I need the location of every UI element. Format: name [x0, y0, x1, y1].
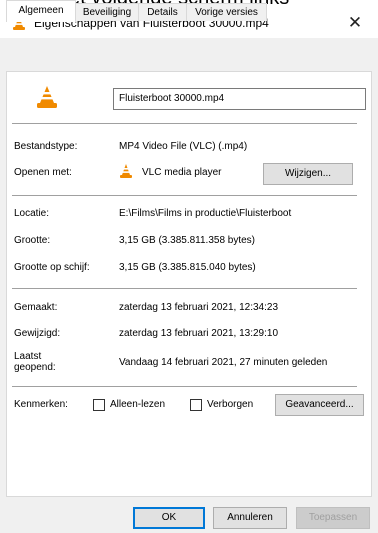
separator	[12, 288, 357, 289]
open-with-label: Openen met:	[14, 167, 72, 178]
last-opened-label-line1: Laatst	[14, 351, 42, 362]
separator	[12, 123, 357, 124]
readonly-checkbox[interactable]	[93, 399, 105, 411]
hidden-label[interactable]: Verborgen	[207, 399, 253, 410]
location-value: E:\Films\Films in productie\Fluisterboot	[119, 208, 292, 219]
ok-button[interactable]: OK	[133, 507, 205, 529]
tab-details[interactable]: Details	[138, 3, 187, 21]
advanced-button[interactable]: Geavanceerd...	[275, 394, 364, 416]
disk-size-label: Grootte op schijf:	[14, 262, 90, 273]
vlc-file-icon	[37, 86, 57, 108]
close-button[interactable]: ✕	[332, 8, 378, 38]
open-with-value: VLC media player	[142, 167, 222, 178]
hidden-checkbox[interactable]	[190, 399, 202, 411]
tab-beveiliging[interactable]: Beveiliging	[75, 3, 139, 21]
apply-button[interactable]: Toepassen	[296, 507, 370, 529]
created-value: zaterdag 13 februari 2021, 12:34:23	[119, 302, 279, 313]
last-opened-label: Laatst geopend:	[14, 351, 56, 373]
modified-value: zaterdag 13 februari 2021, 13:29:10	[119, 328, 279, 339]
general-panel	[6, 71, 372, 497]
type-value: MP4 Video File (VLC) (.mp4)	[119, 141, 248, 152]
location-label: Locatie:	[14, 208, 50, 219]
tab-algemeen[interactable]: Algemeen	[6, 0, 76, 22]
cancel-button[interactable]: Annuleren	[213, 507, 287, 529]
size-value: 3,15 GB (3.385.811.358 bytes)	[119, 235, 256, 246]
tab-vorige-versies[interactable]: Vorige versies	[186, 3, 267, 21]
created-label: Gemaakt:	[14, 302, 58, 313]
size-label: Grootte:	[14, 235, 51, 246]
vlc-cone-icon	[120, 164, 132, 178]
disk-size-value: 3,15 GB (3.385.815.040 bytes)	[119, 262, 256, 273]
last-opened-label-line2: geopend:	[14, 362, 56, 373]
modified-label: Gewijzigd:	[14, 328, 61, 339]
close-icon: ✕	[347, 13, 363, 32]
separator	[12, 386, 357, 387]
change-button[interactable]: Wijzigen...	[263, 163, 353, 185]
separator	[12, 195, 357, 196]
readonly-label[interactable]: Alleen-lezen	[110, 399, 165, 410]
filename-input[interactable]: Fluisterboot 30000.mp4	[113, 88, 366, 110]
type-label: Bestandstype:	[14, 141, 78, 152]
attributes-label: Kenmerken:	[14, 399, 68, 410]
last-opened-value: Vandaag 14 februari 2021, 27 minuten gel…	[119, 357, 328, 368]
